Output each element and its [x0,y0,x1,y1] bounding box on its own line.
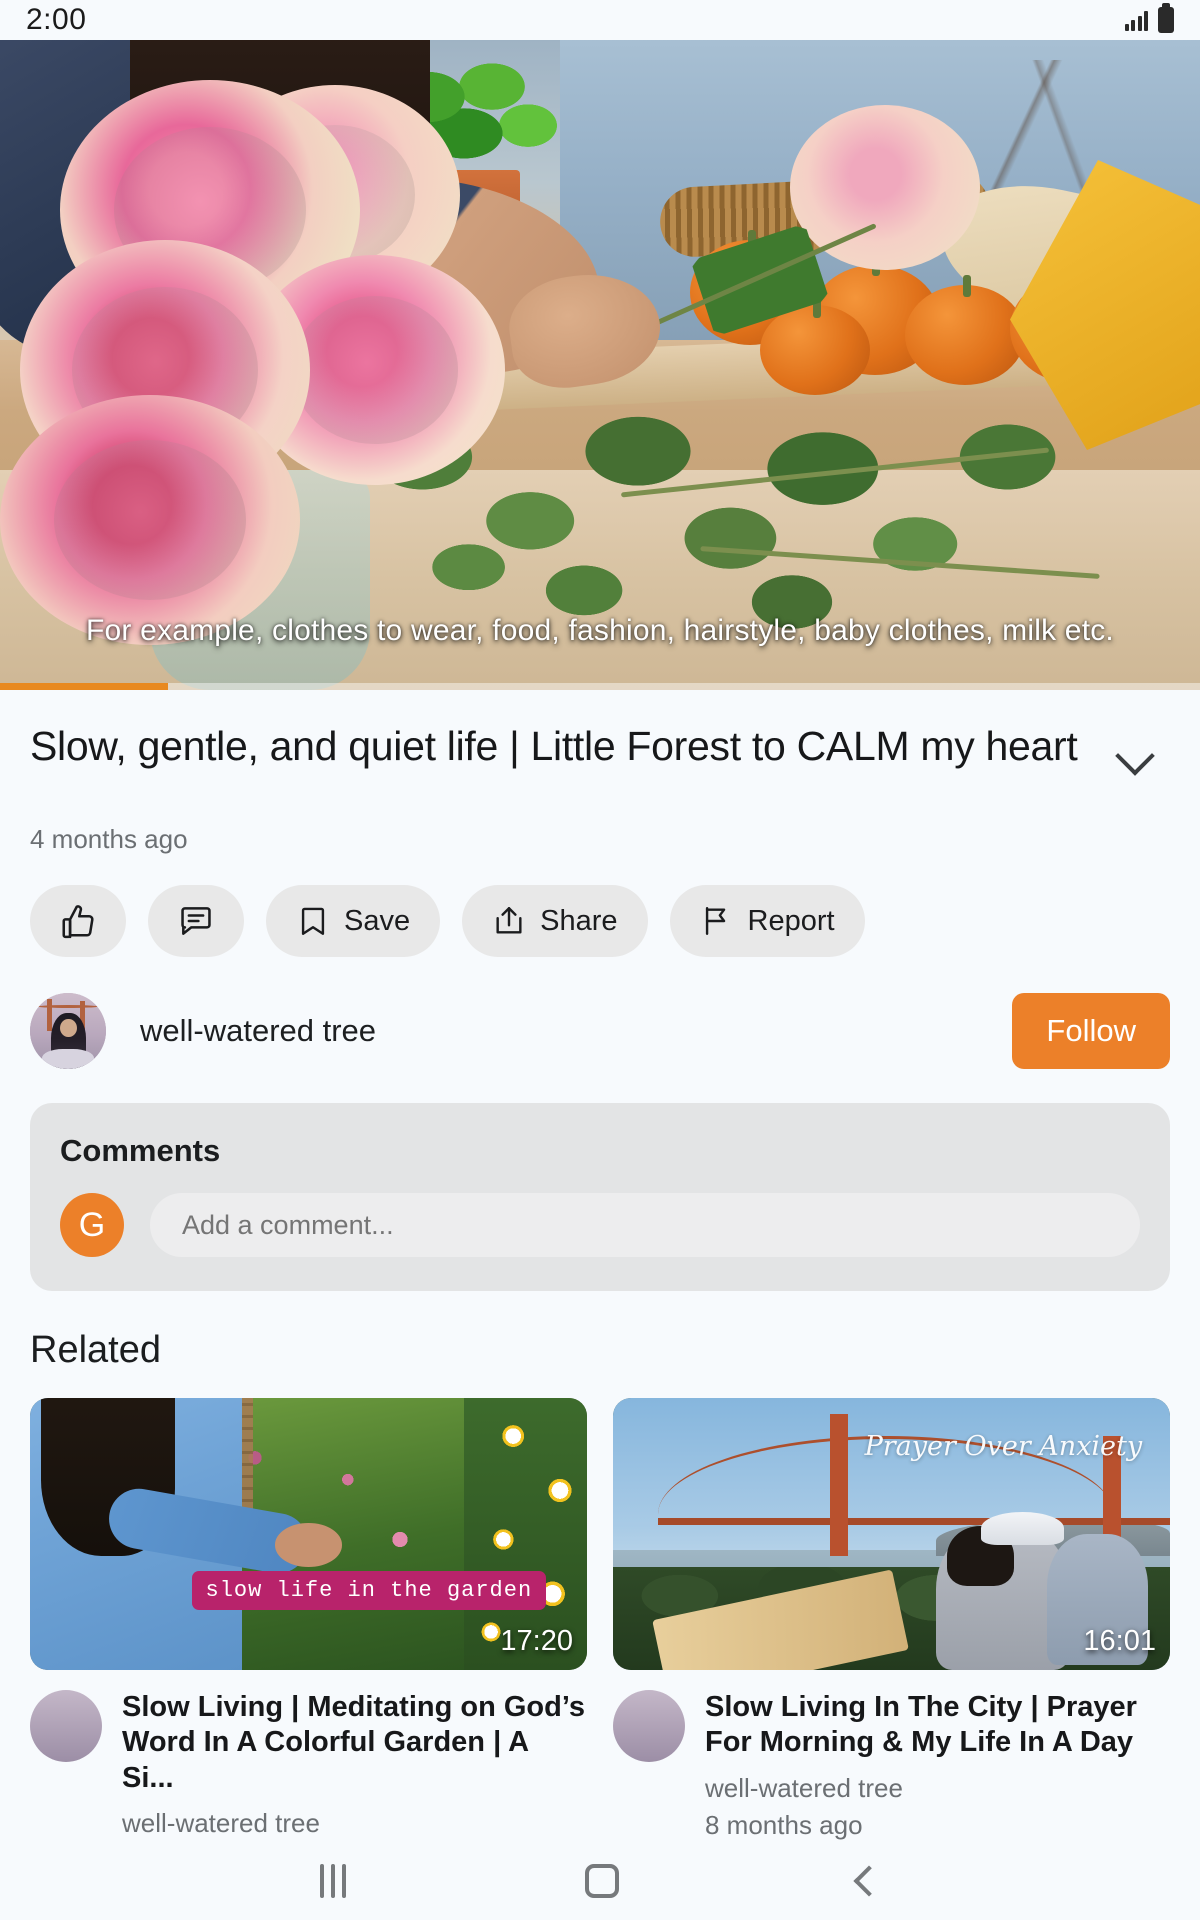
channel-row[interactable]: well-watered tree Follow [30,993,1170,1069]
video-caption: For example, clothes to wear, food, fash… [86,614,1114,647]
flag-icon [700,904,734,938]
back-icon[interactable] [853,1865,885,1897]
comment-bubble-icon [177,902,215,940]
action-buttons-row: Save Share Report [30,885,1170,957]
user-avatar[interactable]: G [60,1193,124,1257]
recents-icon[interactable] [319,1864,346,1898]
battery-icon [1158,3,1174,33]
video-duration: 16:01 [1083,1625,1156,1657]
video-posted-date: 4 months ago [30,824,188,854]
expand-description-button[interactable] [1100,728,1170,798]
related-video-date: 8 months ago [705,1809,863,1840]
add-comment-row: G [60,1193,1140,1257]
related-channel-avatar[interactable] [30,1690,102,1762]
related-channel-name[interactable]: well-watered tree [705,1773,1170,1804]
save-label: Save [344,904,411,937]
related-videos-grid: slow life in the garden 17:20 Slow Livin… [30,1398,1170,1842]
bookmark-icon [296,904,330,938]
related-thumbnail[interactable]: slow life in the garden 17:20 [30,1398,587,1670]
report-button[interactable]: Report [669,885,865,957]
related-heading: Related [30,1329,161,1371]
android-nav-bar [0,1842,1200,1920]
comments-section[interactable]: Comments G [30,1103,1170,1291]
related-video-card[interactable]: slow life in the garden 17:20 Slow Livin… [30,1398,587,1842]
thumbs-up-icon [59,902,97,940]
save-button[interactable]: Save [266,885,441,957]
comments-heading: Comments [60,1133,221,1168]
thumbnail-overlay-text: Prayer Over Anxiety [864,1430,1143,1462]
related-channel-name[interactable]: well-watered tree [122,1808,587,1839]
title-row: Slow, gentle, and quiet life | Little Fo… [30,690,1170,798]
status-time: 2:00 [26,3,87,36]
phone-screen: 2:00 For example, clothes to wear, food,… [0,0,1200,1920]
comment-button[interactable] [148,885,244,957]
status-indicators [1124,3,1174,33]
status-bar: 2:00 [0,0,1200,40]
report-label: Report [747,904,835,937]
video-player[interactable]: For example, clothes to wear, food, fash… [0,40,1200,690]
video-duration: 17:20 [500,1625,573,1657]
signal-bars-icon [1124,9,1148,31]
video-progress-fill [0,683,168,690]
video-frame [0,40,1200,690]
related-video-title[interactable]: Slow Living | Meditating on God’s Word I… [122,1690,587,1796]
like-button[interactable] [30,885,126,957]
thumbnail-overlay-text: slow life in the garden [191,1571,547,1611]
related-channel-avatar[interactable] [613,1690,685,1762]
video-title: Slow, gentle, and quiet life | Little Fo… [30,723,1078,769]
related-video-title[interactable]: Slow Living In The City | Prayer For Mor… [705,1690,1170,1761]
related-video-card[interactable]: Prayer Over Anxiety 16:01 Slow Living In… [613,1398,1170,1842]
channel-avatar[interactable] [30,993,106,1069]
related-meta: Slow Living In The City | Prayer For Mor… [613,1690,1170,1841]
video-progress-bar[interactable] [0,683,1200,690]
chevron-down-icon [1115,736,1155,776]
share-button[interactable]: Share [462,885,648,957]
channel-name[interactable]: well-watered tree [140,1013,1012,1049]
home-icon[interactable] [584,1864,619,1898]
related-thumbnail[interactable]: Prayer Over Anxiety 16:01 [613,1398,1170,1670]
follow-button[interactable]: Follow [1012,993,1170,1069]
share-label: Share [540,904,618,937]
share-icon [492,904,526,938]
related-meta: Slow Living | Meditating on God’s Word I… [30,1690,587,1842]
add-comment-input[interactable] [150,1193,1140,1257]
video-details-section: Slow, gentle, and quiet life | Little Fo… [0,690,1200,1842]
